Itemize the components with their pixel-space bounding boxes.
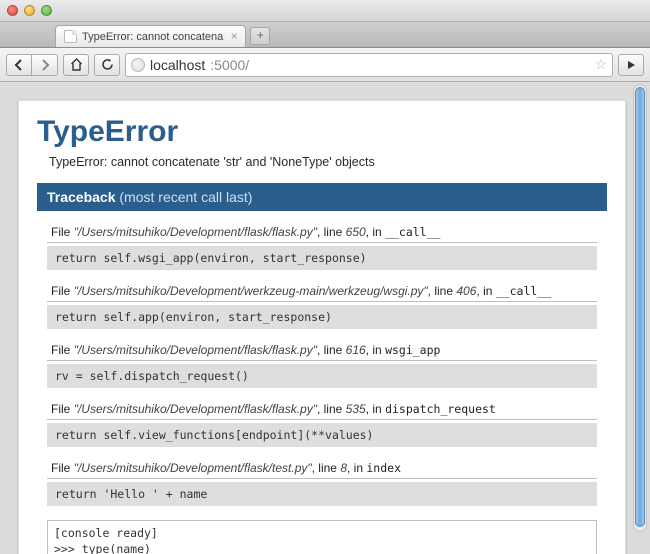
go-button[interactable] — [618, 54, 644, 76]
frame-header: File "/Users/mitsuhiko/Development/werkz… — [47, 284, 597, 302]
new-tab-button[interactable]: + — [250, 27, 270, 45]
reload-icon — [101, 58, 114, 71]
frame-line: 406 — [456, 284, 476, 298]
traceback-frame[interactable]: File "/Users/mitsuhiko/Development/flask… — [47, 461, 597, 506]
frame-line: 8 — [340, 461, 347, 475]
frame-func: wsgi_app — [385, 343, 440, 357]
window-controls — [7, 5, 52, 16]
frame-header: File "/Users/mitsuhiko/Development/flask… — [47, 225, 597, 243]
frame-file: "/Users/mitsuhiko/Development/flask/flas… — [74, 343, 317, 357]
console-history-line: >>> type(name) — [54, 542, 590, 554]
nav-button-group — [6, 54, 58, 76]
home-button[interactable] — [63, 54, 89, 76]
arrow-left-icon — [13, 59, 25, 71]
close-tab-icon[interactable]: × — [228, 30, 240, 42]
frame-code: return 'Hello ' + name — [47, 482, 597, 506]
frame-code: return self.view_functions[endpoint](**v… — [47, 423, 597, 447]
error-heading: TypeError — [37, 115, 607, 149]
traceback-title-light: (most recent call last) — [119, 189, 252, 205]
frame-func: __call__ — [385, 225, 440, 239]
arrow-right-icon — [39, 59, 51, 71]
debug-console[interactable]: [console ready] >>> type(name) <type 'No… — [47, 520, 597, 554]
browser-tab[interactable]: TypeError: cannot concatena × — [55, 25, 246, 47]
frame-file: "/Users/mitsuhiko/Development/flask/flas… — [74, 225, 317, 239]
browser-tabstrip: TypeError: cannot concatena × + — [0, 22, 650, 48]
window-titlebar — [0, 0, 650, 22]
frame-header: File "/Users/mitsuhiko/Development/flask… — [47, 461, 597, 479]
home-icon — [70, 58, 83, 71]
frame-func: dispatch_request — [385, 402, 496, 416]
frame-func: __call__ — [496, 284, 551, 298]
url-path: :5000/ — [210, 57, 249, 73]
zoom-window-icon[interactable] — [41, 5, 52, 16]
back-button[interactable] — [6, 54, 32, 76]
frame-file: "/Users/mitsuhiko/Development/flask/flas… — [74, 402, 317, 416]
bookmark-star-icon[interactable]: ☆ — [594, 56, 607, 73]
frame-code: return self.app(environ, start_response) — [47, 305, 597, 329]
traceback-frame[interactable]: File "/Users/mitsuhiko/Development/flask… — [47, 402, 597, 447]
forward-button[interactable] — [32, 54, 58, 76]
browser-viewport: TypeError TypeError: cannot concatenate … — [0, 82, 650, 554]
error-message: TypeError: cannot concatenate 'str' and … — [49, 155, 607, 169]
close-window-icon[interactable] — [7, 5, 18, 16]
frame-header: File "/Users/mitsuhiko/Development/flask… — [47, 343, 597, 361]
address-bar[interactable]: localhost :5000/ ☆ — [125, 53, 613, 77]
globe-icon — [131, 58, 145, 72]
frame-line: 535 — [346, 402, 366, 416]
traceback-frame[interactable]: File "/Users/mitsuhiko/Development/werkz… — [47, 284, 597, 329]
traceback-title-strong: Traceback — [47, 189, 116, 205]
minimize-window-icon[interactable] — [24, 5, 35, 16]
page-icon — [64, 30, 77, 43]
tab-title: TypeError: cannot concatena — [82, 31, 223, 43]
traceback-frame[interactable]: File "/Users/mitsuhiko/Development/flask… — [47, 225, 597, 270]
frame-line: 616 — [346, 343, 366, 357]
frame-header: File "/Users/mitsuhiko/Development/flask… — [47, 402, 597, 420]
reload-button[interactable] — [94, 54, 120, 76]
console-ready: [console ready] — [54, 526, 590, 542]
browser-toolbar: localhost :5000/ ☆ — [0, 48, 650, 82]
werkzeug-debugger-page: TypeError TypeError: cannot concatenate … — [18, 100, 626, 554]
frame-file: "/Users/mitsuhiko/Development/flask/test… — [74, 461, 312, 475]
url-host: localhost — [150, 57, 205, 73]
vertical-scrollbar[interactable] — [633, 82, 647, 554]
frame-func: index — [366, 461, 401, 475]
frame-code: return self.wsgi_app(environ, start_resp… — [47, 246, 597, 270]
traceback-frame[interactable]: File "/Users/mitsuhiko/Development/flask… — [47, 343, 597, 388]
traceback-header: Traceback (most recent call last) — [37, 183, 607, 211]
frame-file: "/Users/mitsuhiko/Development/werkzeug-m… — [74, 284, 428, 298]
play-icon — [626, 60, 636, 70]
scrollbar-thumb[interactable] — [635, 87, 645, 527]
frame-code: rv = self.dispatch_request() — [47, 364, 597, 388]
scrollbar-track — [633, 84, 647, 532]
frame-line: 650 — [346, 225, 366, 239]
traceback-frames: File "/Users/mitsuhiko/Development/flask… — [37, 211, 607, 554]
